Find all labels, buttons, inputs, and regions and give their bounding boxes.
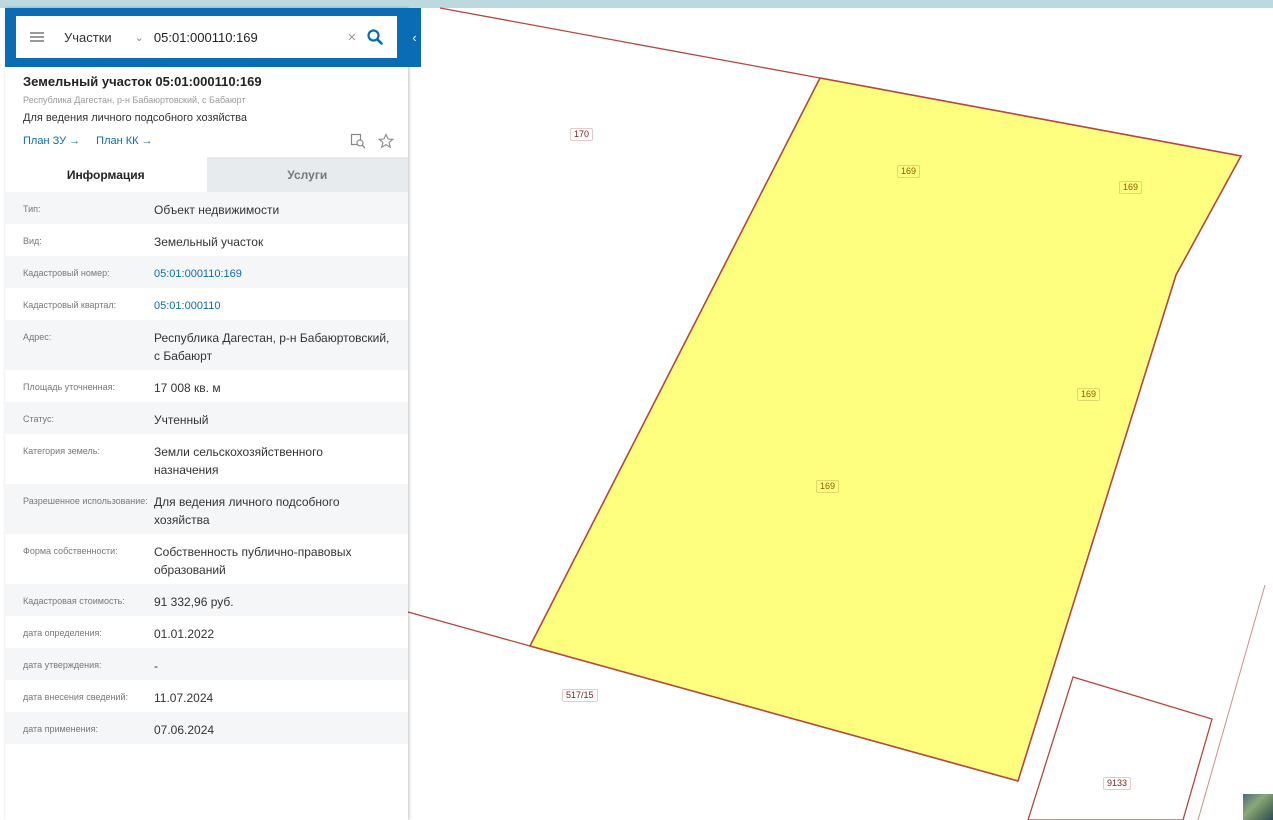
star-icon[interactable] bbox=[377, 133, 395, 154]
arrow-right-icon: → bbox=[69, 135, 81, 147]
map-label-517-15: 517/15 bbox=[562, 689, 598, 702]
menu-icon[interactable] bbox=[30, 32, 44, 42]
search-bar: Участки ⌄ × ‹ bbox=[5, 8, 421, 67]
plan-links: План ЗУ → План КК → bbox=[23, 135, 169, 147]
info-row-status: Статус: Учтенный bbox=[5, 402, 408, 434]
object-address: Республика Дагестан, р-н Бабаюртовский, … bbox=[23, 95, 246, 105]
info-table: Тип: Объект недвижимости Вид: Земельный … bbox=[5, 192, 408, 744]
zoom-to-object-icon[interactable] bbox=[350, 133, 366, 154]
parcel-right-boundary bbox=[1197, 584, 1266, 820]
info-row-ownership: Форма собственности: Собственность публи… bbox=[23, 545, 352, 577]
plan-zu-link[interactable]: План ЗУ → bbox=[23, 135, 80, 147]
info-row-type: Тип: Объект недвижимости bbox=[5, 192, 408, 224]
search-type-selector[interactable]: Участки bbox=[64, 30, 112, 45]
info-row-determination-date: дата определения: 01.01.2022 bbox=[23, 627, 215, 641]
info-row-address: Адрес: Республика Дагестан, р-н Бабаюрто… bbox=[5, 320, 408, 370]
info-row-cadastral-value: Кадастровая стоимость: 91 332,96 руб. bbox=[5, 584, 408, 616]
map-label-169: 169 bbox=[1119, 181, 1143, 194]
info-row-land-category: Категория земель: Земли сельскохозяйстве… bbox=[23, 445, 323, 477]
chevron-down-icon[interactable]: ⌄ bbox=[135, 31, 144, 44]
object-header: Земельный участок 05:01:000110:169 Респу… bbox=[5, 67, 408, 126]
map-label-169: 169 bbox=[897, 165, 921, 178]
basemap-thumbnail[interactable] bbox=[1243, 794, 1273, 820]
parcel-9133-boundary bbox=[1027, 676, 1213, 820]
info-row-approval-date: дата утверждения: - bbox=[5, 648, 408, 680]
header-actions bbox=[350, 133, 406, 154]
info-row-area: Площадь уточненная: 17 008 кв. м bbox=[23, 381, 221, 395]
object-title: Земельный участок 05:01:000110:169 bbox=[23, 74, 262, 89]
arrow-right-icon: → bbox=[141, 135, 153, 147]
map-label-9133: 9133 bbox=[1103, 777, 1132, 790]
plan-kk-link[interactable]: План КК → bbox=[96, 135, 152, 147]
map-label-169: 169 bbox=[816, 480, 840, 493]
info-row-cadastral-quarter: Кадастровый квартал: 05:01:000110 bbox=[5, 288, 408, 320]
search-icon[interactable] bbox=[366, 28, 384, 46]
info-panel: Участки ⌄ × ‹ Земельный участок 05:01:00… bbox=[5, 8, 421, 820]
map-label-169: 169 bbox=[1077, 388, 1101, 401]
search-input[interactable] bbox=[153, 25, 344, 49]
cadastral-quarter-link[interactable]: 05:01:000110 bbox=[154, 288, 390, 320]
info-row-cadastral-number: Кадастровый номер: 05:01:000110:169 bbox=[5, 256, 408, 288]
close-icon[interactable]: × bbox=[344, 29, 360, 46]
tab-services[interactable]: Услуги bbox=[206, 157, 408, 192]
info-row-entry-date: дата внесения сведений: 11.07.2024 bbox=[23, 691, 214, 705]
search-box: Участки ⌄ × bbox=[16, 16, 397, 58]
tab-information[interactable]: Информация bbox=[5, 157, 207, 192]
panel-tabs: Информация Услуги bbox=[5, 157, 408, 192]
map-label-170: 170 bbox=[570, 128, 594, 141]
chevron-left-icon: ‹ bbox=[412, 29, 417, 45]
info-row-kind: Вид: Земельный участок bbox=[23, 235, 264, 249]
collapse-panel-button[interactable]: ‹ bbox=[408, 16, 421, 58]
object-use: Для ведения личного подсобного хозяйства bbox=[23, 112, 247, 124]
info-row-application-date: дата применения: 07.06.2024 bbox=[5, 712, 408, 744]
info-row-permitted-use: Разрешенное использование: Для ведения л… bbox=[5, 484, 408, 534]
cadastral-number-link[interactable]: 05:01:000110:169 bbox=[154, 256, 390, 288]
